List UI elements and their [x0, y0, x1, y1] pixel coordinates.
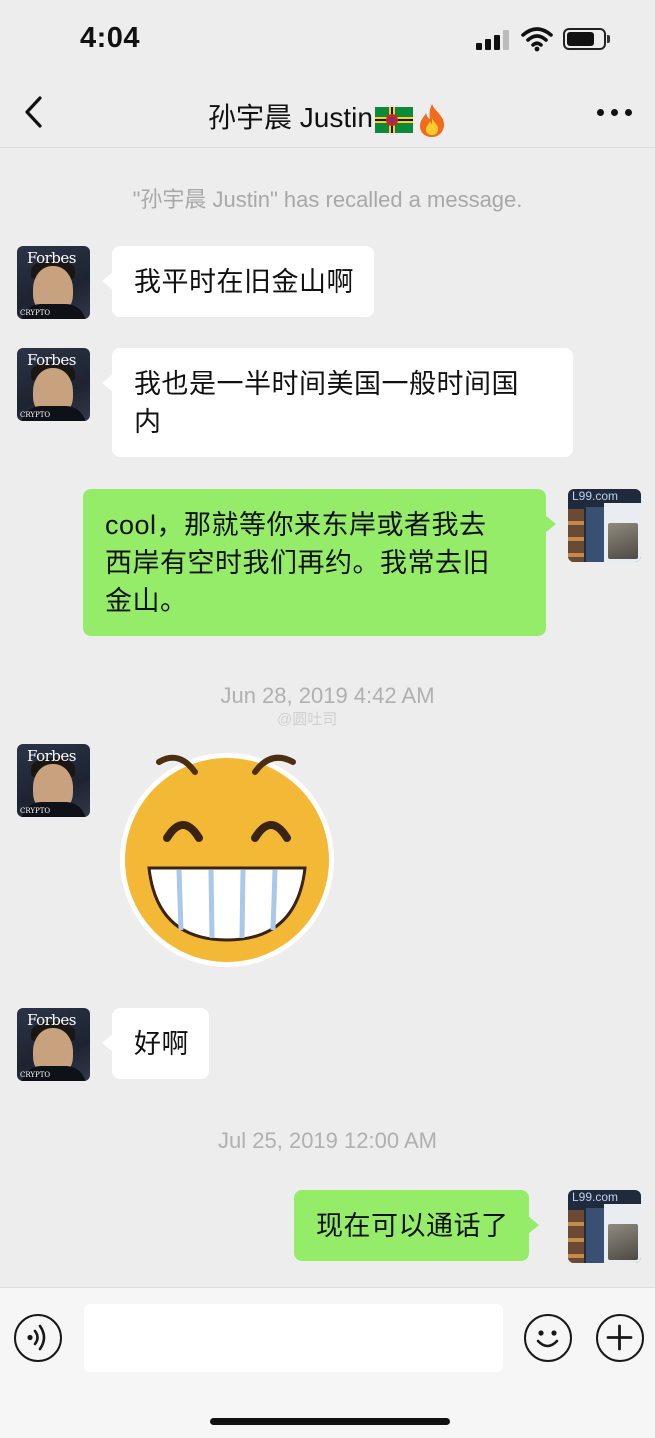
avatar-tag: CRYPTO	[20, 411, 51, 419]
message-text: 好啊	[134, 1029, 189, 1059]
timestamp: Jun 28, 2019 4:42 AM	[220, 683, 435, 708]
emoji-button[interactable]	[524, 1314, 572, 1362]
message-bubble-outgoing[interactable]: cool，那就等你来东岸或者我去 西岸有空时我们再约。我常去旧 金山。	[83, 489, 556, 636]
timestamp: Jul 25, 2019 12:00 AM	[218, 1128, 437, 1153]
message-input[interactable]	[84, 1304, 503, 1372]
contact-avatar[interactable]: Forbes CRYPTO	[17, 348, 90, 421]
avatar-logo: Forbes	[27, 747, 76, 765]
avatar-tag: CRYPTO	[20, 807, 51, 815]
status-bar: 4:04	[0, 0, 655, 80]
more-options-icon[interactable]	[594, 102, 634, 122]
input-bar	[0, 1287, 655, 1438]
plus-icon	[606, 1324, 633, 1351]
chat-title[interactable]: 孙宇晨 Justin	[0, 96, 655, 138]
avatar-logo: Forbes	[27, 351, 76, 369]
recalled-notice: "孙宇晨 Justin" has recalled a message.	[132, 187, 523, 212]
message-text: 我平时在旧金山啊	[134, 267, 354, 297]
cellular-signal-icon	[476, 30, 510, 50]
contact-avatar[interactable]: Forbes CRYPTO	[17, 246, 90, 319]
message-text-line: 西岸有空时我们再约。我常去旧	[105, 548, 490, 578]
message-text-line: cool，那就等你来东岸或者我去	[105, 510, 487, 540]
contact-avatar[interactable]: Forbes CRYPTO	[17, 744, 90, 817]
message-bubble-incoming[interactable]: 我也是一半时间美国一般时间国 内	[102, 348, 573, 457]
message-text: 现在可以通话了	[316, 1211, 509, 1241]
voice-waves-icon	[27, 1324, 46, 1351]
weibo-watermark: @圆吐司	[277, 711, 338, 728]
avatar-tag: CRYPTO	[20, 309, 51, 317]
avatar-logo: Forbes	[27, 249, 76, 267]
more-actions-button[interactable]	[596, 1314, 644, 1362]
dominica-flag-icon	[374, 106, 413, 133]
contact-avatar[interactable]: Forbes CRYPTO	[17, 1008, 90, 1081]
my-avatar[interactable]: L99.com	[568, 1190, 641, 1263]
battery-icon	[563, 28, 611, 50]
home-indicator[interactable]	[210, 1418, 450, 1425]
message-text-line: 我也是一半时间美国一般时间国	[134, 369, 519, 399]
avatar-tag: CRYPTO	[20, 1071, 51, 1079]
message-bubble-incoming[interactable]: 好啊	[102, 1008, 209, 1079]
fire-emoji-icon	[419, 103, 445, 137]
voice-input-button[interactable]	[14, 1314, 62, 1362]
status-time: 4:04	[80, 22, 141, 54]
smiley-icon	[536, 1330, 559, 1348]
message-text-line: 内	[134, 407, 162, 437]
message-text-line: 金山。	[105, 586, 188, 616]
my-avatar[interactable]: L99.com	[568, 489, 641, 562]
message-bubble-incoming[interactable]: 我平时在旧金山啊	[102, 246, 374, 317]
avatar-watermark: L99.com	[572, 1190, 619, 1204]
avatar-watermark: L99.com	[572, 489, 619, 503]
message-bubble-outgoing[interactable]: 现在可以通话了	[294, 1190, 538, 1261]
chat-title-text: 孙宇晨 Justin	[208, 102, 373, 133]
avatar-logo: Forbes	[27, 1011, 76, 1029]
chat-header: 孙宇晨 Justin	[0, 80, 655, 148]
wifi-icon	[521, 27, 553, 52]
grinning-face-sticker[interactable]	[117, 750, 337, 970]
